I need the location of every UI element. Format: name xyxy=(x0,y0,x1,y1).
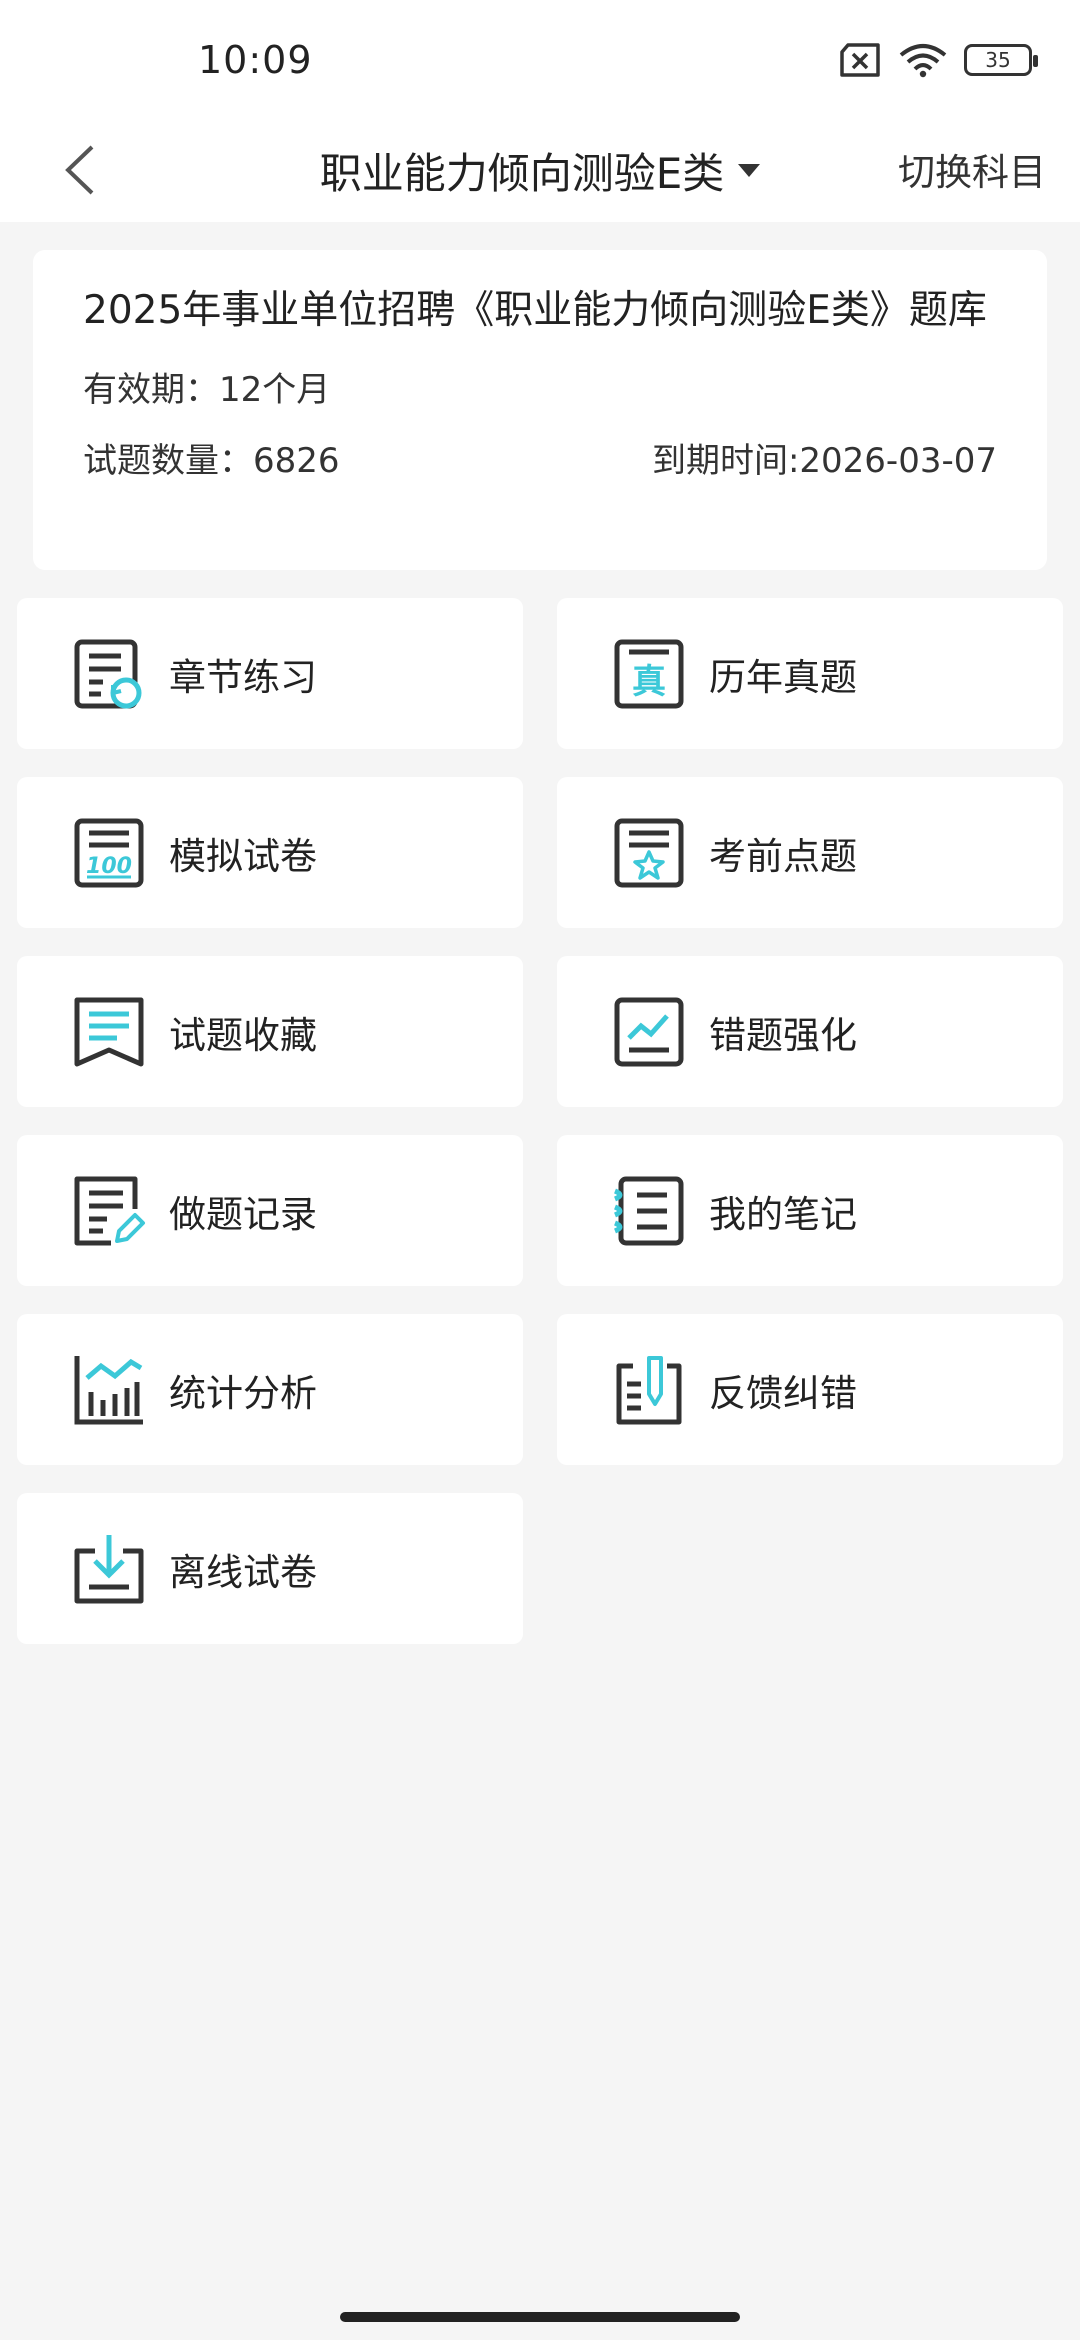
bookmark-icon xyxy=(74,997,144,1066)
menu-label: 做题记录 xyxy=(169,1192,317,1236)
menu-label: 试题收藏 xyxy=(169,1013,317,1057)
validity-text: 有效期：12个月 xyxy=(83,370,331,410)
back-button[interactable] xyxy=(40,130,120,210)
practice-record-icon xyxy=(74,1176,145,1245)
pre-exam-tips-icon xyxy=(614,818,684,887)
switch-subject-button[interactable]: 切换科目 xyxy=(898,142,1046,196)
menu-label: 离线试卷 xyxy=(169,1550,317,1594)
menu-mistake-review[interactable]: 错题强化 xyxy=(557,956,1063,1107)
status-icons: 35 xyxy=(838,42,1038,78)
bank-title: 2025年事业单位招聘《职业能力倾向测验E类》题库 xyxy=(83,288,987,333)
menu-label: 考前点题 xyxy=(709,834,857,878)
status-time: 10:09 xyxy=(198,38,313,82)
question-bank-card: 2025年事业单位招聘《职业能力倾向测验E类》题库 有效期：12个月 试题数量：… xyxy=(33,250,1047,570)
mistake-review-icon xyxy=(614,997,684,1066)
menu-statistics[interactable]: 统计分析 xyxy=(17,1314,523,1465)
menu-chapter-practice[interactable]: 章节练习 xyxy=(17,598,523,749)
function-grid: 章节练习 真 历年真题 100 模拟试卷 考前点题 试题收藏 错题强化 做题记录… xyxy=(17,598,1063,1644)
no-sim-icon xyxy=(840,43,880,77)
home-indicator[interactable] xyxy=(340,2312,740,2322)
svg-text:100: 100 xyxy=(86,854,132,879)
status-bar: 10:09 35 xyxy=(0,0,1080,120)
menu-mock-exam[interactable]: 100 模拟试卷 xyxy=(17,777,523,928)
mock-exam-icon: 100 xyxy=(74,818,144,887)
download-icon xyxy=(74,1534,144,1603)
notebook-icon xyxy=(613,1176,684,1245)
past-papers-icon: 真 xyxy=(614,639,684,708)
menu-label: 历年真题 xyxy=(709,655,857,699)
menu-my-notes[interactable]: 我的笔记 xyxy=(557,1135,1063,1286)
wifi-icon xyxy=(899,44,947,78)
subject-dropdown[interactable]: 职业能力倾向测验E类 xyxy=(320,140,761,201)
menu-label: 章节练习 xyxy=(169,655,317,699)
menu-pre-exam-tips[interactable]: 考前点题 xyxy=(557,777,1063,928)
menu-label: 模拟试卷 xyxy=(169,834,317,878)
chevron-left-icon xyxy=(65,145,94,195)
expiry-date-text: 到期时间:2026-03-07 xyxy=(651,441,997,481)
app-header: 职业能力倾向测验E类 切换科目 xyxy=(0,120,1080,222)
caret-down-icon xyxy=(738,163,761,177)
menu-label: 反馈纠错 xyxy=(709,1371,857,1415)
question-count-text: 试题数量：6826 xyxy=(83,441,340,481)
menu-label: 错题强化 xyxy=(709,1013,857,1057)
menu-label: 统计分析 xyxy=(169,1371,317,1415)
menu-feedback[interactable]: 反馈纠错 xyxy=(557,1314,1063,1465)
battery-level: 35 xyxy=(985,48,1011,72)
chapter-practice-icon xyxy=(74,639,142,708)
menu-practice-record[interactable]: 做题记录 xyxy=(17,1135,523,1286)
battery-indicator: 35 xyxy=(964,44,1038,76)
feedback-icon xyxy=(616,1355,682,1424)
menu-past-papers[interactable]: 真 历年真题 xyxy=(557,598,1063,749)
page-title: 职业能力倾向测验E类 xyxy=(319,148,725,198)
menu-bookmarks[interactable]: 试题收藏 xyxy=(17,956,523,1107)
svg-text:真: 真 xyxy=(632,662,666,702)
statistics-icon xyxy=(74,1355,143,1424)
menu-offline-papers[interactable]: 离线试卷 xyxy=(17,1493,523,1644)
menu-label: 我的笔记 xyxy=(709,1192,857,1236)
